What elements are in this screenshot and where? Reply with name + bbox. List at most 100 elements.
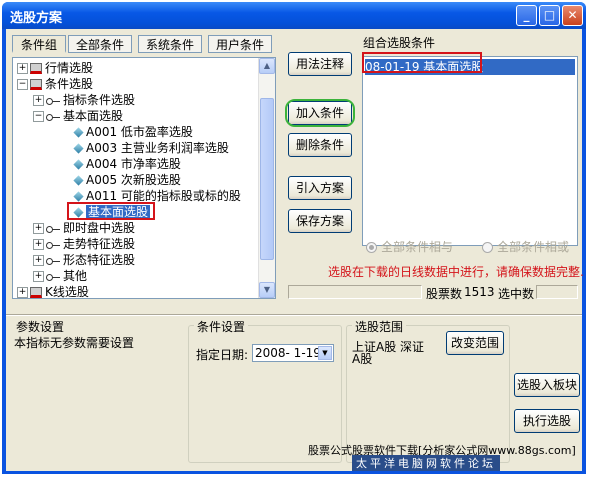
tree-item[interactable]: A001 低市盈率选股 [61,124,193,140]
title-bar[interactable]: 选股方案 _ □ ✕ [2,2,586,29]
dropdown-arrow-icon[interactable]: ▼ [318,346,332,360]
selected-count-label: 选中数 [498,287,535,301]
date-picker[interactable]: 2008- 1-19 ▼ [252,344,334,362]
folder-icon [30,63,42,74]
dialog-window: 选股方案 _ □ ✕ 条件组 全部条件 系统条件 用户条件 ▲ ▼ + 行情选股 −… [2,2,586,474]
delete-condition-button[interactable]: 删除条件 [288,133,352,157]
params-text: 本指标无参数需要设置 [14,336,135,350]
highlight-add-button [285,99,355,127]
execute-selection-button[interactable]: 执行选股 [514,409,580,433]
combined-conditions-label: 组合选股条件 [363,36,436,50]
condition-settings-title: 条件设置 [194,318,249,335]
range-text-line2: A股 [352,352,373,366]
stock-count-value: 1513 [464,285,495,299]
folder-icon [30,79,42,90]
expander-icon[interactable]: + [33,239,44,250]
tree-item-label: 基本面选股 [63,109,124,123]
dialog-client: 条件组 全部条件 系统条件 用户条件 ▲ ▼ + 行情选股 − 条件选股 + 指标条件选股… [6,29,584,471]
window-title: 选股方案 [10,11,63,26]
expander-icon[interactable]: + [17,287,28,298]
gem-icon [73,191,84,202]
tree-item[interactable]: A003 主营业务利润率选股 [61,140,229,156]
warning-text: 选股在下载的日线数据中进行，请确保数据完整. [328,265,584,279]
import-scheme-button[interactable]: 引入方案 [288,176,352,200]
change-range-button[interactable]: 改变范围 [446,331,504,355]
expander-icon[interactable]: + [33,255,44,266]
tree-item-label: A003 主营业务利润率选股 [86,141,229,155]
maximize-button[interactable]: □ [539,5,560,26]
tree-item-label: A001 低市盈率选股 [86,125,193,139]
status-panel-left [288,285,422,299]
usage-notes-button[interactable]: 用法注释 [288,52,352,76]
tree-item-label: 指标条件选股 [63,93,136,107]
scroll-up-button[interactable]: ▲ [259,58,275,74]
gem-icon [73,175,84,186]
expander-icon[interactable]: + [33,223,44,234]
folder-icon [30,287,42,298]
expander-icon[interactable]: + [33,271,44,282]
key-icon [46,113,60,121]
tree-item-label: 条件选股 [45,77,94,91]
tree-item[interactable]: + 指标条件选股 [33,92,135,108]
radio-or-dot [482,242,493,253]
tree-item[interactable]: + 其他 [33,268,87,284]
tree-item-label: A004 市净率选股 [86,157,181,171]
highlight-tree-item [67,202,155,220]
tree-item[interactable]: + 走势特征选股 [33,236,135,252]
tree-scrollbar[interactable]: ▲ ▼ [258,58,275,298]
tree-item-label: A011 可能的指标股或标的股 [86,189,241,203]
tab-condition-group[interactable]: 条件组 [12,35,66,53]
tree-item[interactable]: + K线选股 [17,284,89,299]
date-value: 2008- 1-19 [255,346,321,360]
key-icon [46,97,60,105]
tab-user-conditions[interactable]: 用户条件 [208,35,272,53]
tree-item[interactable]: + 即时盘中选股 [33,220,135,236]
close-button[interactable]: ✕ [562,5,583,26]
expander-icon[interactable]: + [17,63,28,74]
section-divider [6,314,582,316]
stock-count-label: 股票数 [426,287,463,301]
tab-all-conditions[interactable]: 全部条件 [68,35,132,53]
tree-item-label: A005 次新股选股 [86,173,181,187]
combined-conditions-list[interactable]: 08-01-19 基本面选股 [362,56,578,246]
tree-item-label: 行情选股 [45,61,94,75]
scroll-down-button[interactable]: ▼ [259,282,275,298]
stock-range-title: 选股范围 [352,318,407,335]
gem-icon [73,127,84,138]
expander-icon[interactable]: − [33,111,44,122]
tree-item[interactable]: A005 次新股选股 [61,172,181,188]
tree-item-label: 即时盘中选股 [63,221,136,235]
save-scheme-button[interactable]: 保存方案 [288,209,352,233]
tree-item-label: K线选股 [45,285,89,299]
tree-item[interactable]: − 条件选股 [17,76,93,92]
tree-item[interactable]: A004 市净率选股 [61,156,181,172]
condition-tree[interactable]: ▲ ▼ + 行情选股 − 条件选股 + 指标条件选股 − 基本面选股 A001 低市盈率选股 A0… [12,57,276,299]
tree-item-label: 其他 [63,269,88,283]
key-icon [46,273,60,281]
radio-or[interactable]: 全部条件相或 [482,238,569,255]
selected-count-value [536,285,578,299]
expander-icon[interactable]: − [17,79,28,90]
tree-item[interactable]: − 基本面选股 [33,108,123,124]
tree-item-label: 形态特征选股 [63,253,136,267]
radio-and-dot [366,242,377,253]
highlight-list-item [362,52,482,73]
gem-icon [73,143,84,154]
key-icon [46,257,60,265]
gem-icon [73,159,84,170]
scroll-thumb[interactable] [260,98,274,260]
key-icon [46,225,60,233]
tab-system-conditions[interactable]: 系统条件 [138,35,202,53]
expander-icon[interactable]: + [33,95,44,106]
key-icon [46,241,60,249]
radio-or-label: 全部条件相或 [497,240,570,254]
params-title: 参数设置 [16,320,65,334]
radio-and[interactable]: 全部条件相与 [366,238,453,255]
tree-item[interactable]: + 行情选股 [17,60,93,76]
add-to-block-button[interactable]: 选股入板块 [514,373,580,397]
tree-item[interactable]: + 形态特征选股 [33,252,135,268]
radio-and-label: 全部条件相与 [381,240,454,254]
tree-item-label: 走势特征选股 [63,237,136,251]
watermark-text: 太平洋电脑网软件论坛 [352,455,500,471]
minimize-button[interactable]: _ [516,5,537,26]
